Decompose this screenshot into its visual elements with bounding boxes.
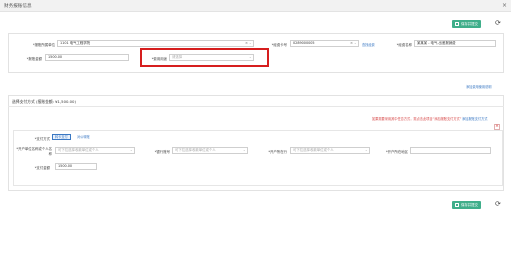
usage-select[interactable]: 请选择 ⌄ [169, 54, 254, 61]
pay-amount-value: 1500.00 [58, 164, 73, 168]
usage-placeholder: 请选择 [172, 55, 183, 59]
payee-label: *开户单位名称或个人名称 [16, 147, 52, 156]
account-label: *银行账号 [154, 150, 170, 154]
add-payment-method-link[interactable]: 添加报账支付方式 [462, 116, 488, 121]
project-name-field: 某某某 - 电气-出差报销费 [414, 40, 496, 47]
bank-select[interactable]: 可下拉选择收款单位或个人 ⌄ [290, 147, 370, 154]
account-placeholder: 可下拉选择收款单位或个人 [175, 148, 216, 152]
chevron-down-icon[interactable]: ⌄ [249, 41, 252, 46]
window-titlebar: 财务报账信息 × [0, 0, 511, 12]
payee-placeholder: 可下拉选择收款单位或个人 [58, 148, 99, 152]
payment-red-note: 如果需要采用其中任意方式，需点击此项目“添加报账支付方式” [372, 117, 462, 121]
save-submit-button-bottom[interactable]: 保存并提交 [452, 201, 481, 209]
pay-amount-input[interactable]: 1500.00 [55, 163, 97, 170]
usage-label: *费用用途 [151, 57, 167, 61]
save-submit-label: 保存并提交 [461, 22, 478, 26]
save-icon [455, 203, 459, 207]
pay-amount-label: *支付金额 [34, 166, 50, 170]
method-label: *支付方式 [34, 137, 50, 141]
method-option-card[interactable]: 转卡支付 [52, 134, 71, 140]
project-name-value: 某某某 - 电气-出差报销费 [417, 41, 456, 45]
payee-select[interactable]: 可下拉选择收款单位或个人 ⌄ [55, 147, 135, 154]
find-fund-link[interactable]: 查找经费 [362, 42, 375, 47]
chevron-down-icon[interactable]: ⌄ [130, 148, 133, 153]
unit-value: 1101 电气工程学院 [60, 41, 91, 45]
save-icon [455, 22, 459, 26]
add-usage-link[interactable]: 添加费用使用说明 [466, 84, 492, 89]
chevron-down-icon[interactable]: ⌄ [249, 55, 252, 60]
amount-label: *报账金额 [26, 57, 42, 61]
project-name-label: *经费名称 [396, 43, 412, 47]
unit-label: *报账所属单位 [32, 43, 55, 47]
bank-city-input[interactable] [410, 147, 491, 154]
bank-label: *开户所在行 [268, 150, 287, 154]
chevron-down-icon[interactable]: ⌄ [365, 148, 368, 153]
account-select[interactable]: 可下拉选择收款单位或个人 ⌄ [172, 147, 248, 154]
payment-section-title: 选择支付方式 (报账金额: ¥1,500.00) [12, 99, 76, 104]
bank-city-label: *开户所在地区 [385, 150, 408, 154]
window-title: 财务报账信息 [4, 4, 32, 9]
project-no-value: 0289000005 [293, 41, 315, 45]
divider [8, 106, 504, 107]
method-option-transfer[interactable]: 对公转账 [74, 134, 93, 140]
project-no-select[interactable]: 0289000005 × ⌄ [290, 40, 359, 47]
project-no-label: *经费卡号 [271, 43, 287, 47]
close-icon[interactable]: × [502, 2, 507, 9]
bank-placeholder: 可下拉选择收款单位或个人 [293, 148, 334, 152]
clear-icon[interactable]: × [245, 41, 248, 46]
refresh-icon[interactable]: ⟳ [495, 201, 501, 208]
save-submit-label: 保存并提交 [461, 203, 478, 207]
unit-select[interactable]: 1101 电气工程学院 × ⌄ [57, 40, 254, 47]
amount-value: 1500.00 [48, 55, 63, 59]
clear-icon[interactable]: × [350, 41, 353, 46]
save-submit-button-top[interactable]: 保存并提交 [452, 20, 481, 28]
chevron-down-icon[interactable]: ⌄ [243, 148, 246, 153]
chevron-down-icon[interactable]: ⌄ [354, 41, 357, 46]
amount-input[interactable]: 1500.00 [45, 54, 129, 61]
refresh-icon[interactable]: ⟳ [495, 20, 501, 27]
